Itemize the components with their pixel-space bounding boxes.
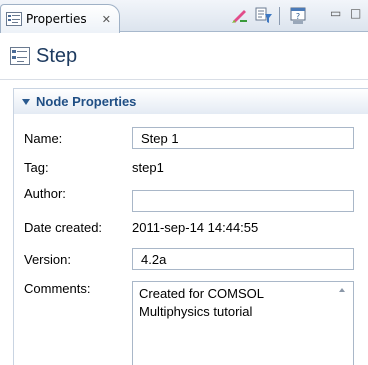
tag-label: Tag: — [24, 160, 49, 175]
section-header[interactable]: Node Properties — [14, 89, 368, 114]
help-icon[interactable]: ? — [289, 6, 309, 26]
comments-label: Comments: — [24, 281, 91, 296]
properties-tab[interactable]: Properties ✕ — [0, 4, 120, 33]
comments-textarea[interactable]: Created for COMSOL Multiphysics tutorial — [132, 281, 354, 365]
view-tab-bar: Properties ✕ ? ▭ □ — [0, 0, 368, 33]
minimize-icon[interactable]: ▭ — [330, 6, 341, 20]
author-field[interactable] — [132, 190, 354, 212]
page-title: Step — [36, 44, 78, 67]
date-created-label: Date created: — [24, 220, 103, 235]
author-label: Author: — [24, 186, 66, 201]
date-created-value: 2011-sep-14 14:44:55 — [132, 220, 259, 235]
properties-icon — [6, 12, 22, 26]
chevron-down-icon[interactable] — [22, 98, 30, 105]
filter-icon[interactable] — [254, 6, 274, 26]
version-label: Version: — [24, 252, 71, 267]
tag-value: step1 — [132, 160, 164, 175]
close-icon[interactable]: ✕ — [102, 13, 111, 26]
svg-text:?: ? — [296, 12, 300, 21]
name-label: Name: — [24, 131, 63, 146]
node-properties-icon — [10, 47, 30, 65]
toolbar-separator — [279, 7, 280, 25]
node-title-bar: Step — [0, 33, 368, 79]
maximize-icon[interactable]: □ — [350, 6, 361, 20]
tab-label: Properties — [26, 12, 87, 26]
scroll-up-icon[interactable] — [339, 288, 345, 292]
pencil-icon[interactable] — [230, 6, 250, 26]
version-field[interactable] — [132, 248, 354, 270]
comments-text: Created for COMSOL Multiphysics tutorial — [139, 286, 264, 319]
divider — [0, 79, 368, 80]
name-field[interactable] — [132, 127, 354, 149]
section-title: Node Properties — [36, 94, 137, 109]
